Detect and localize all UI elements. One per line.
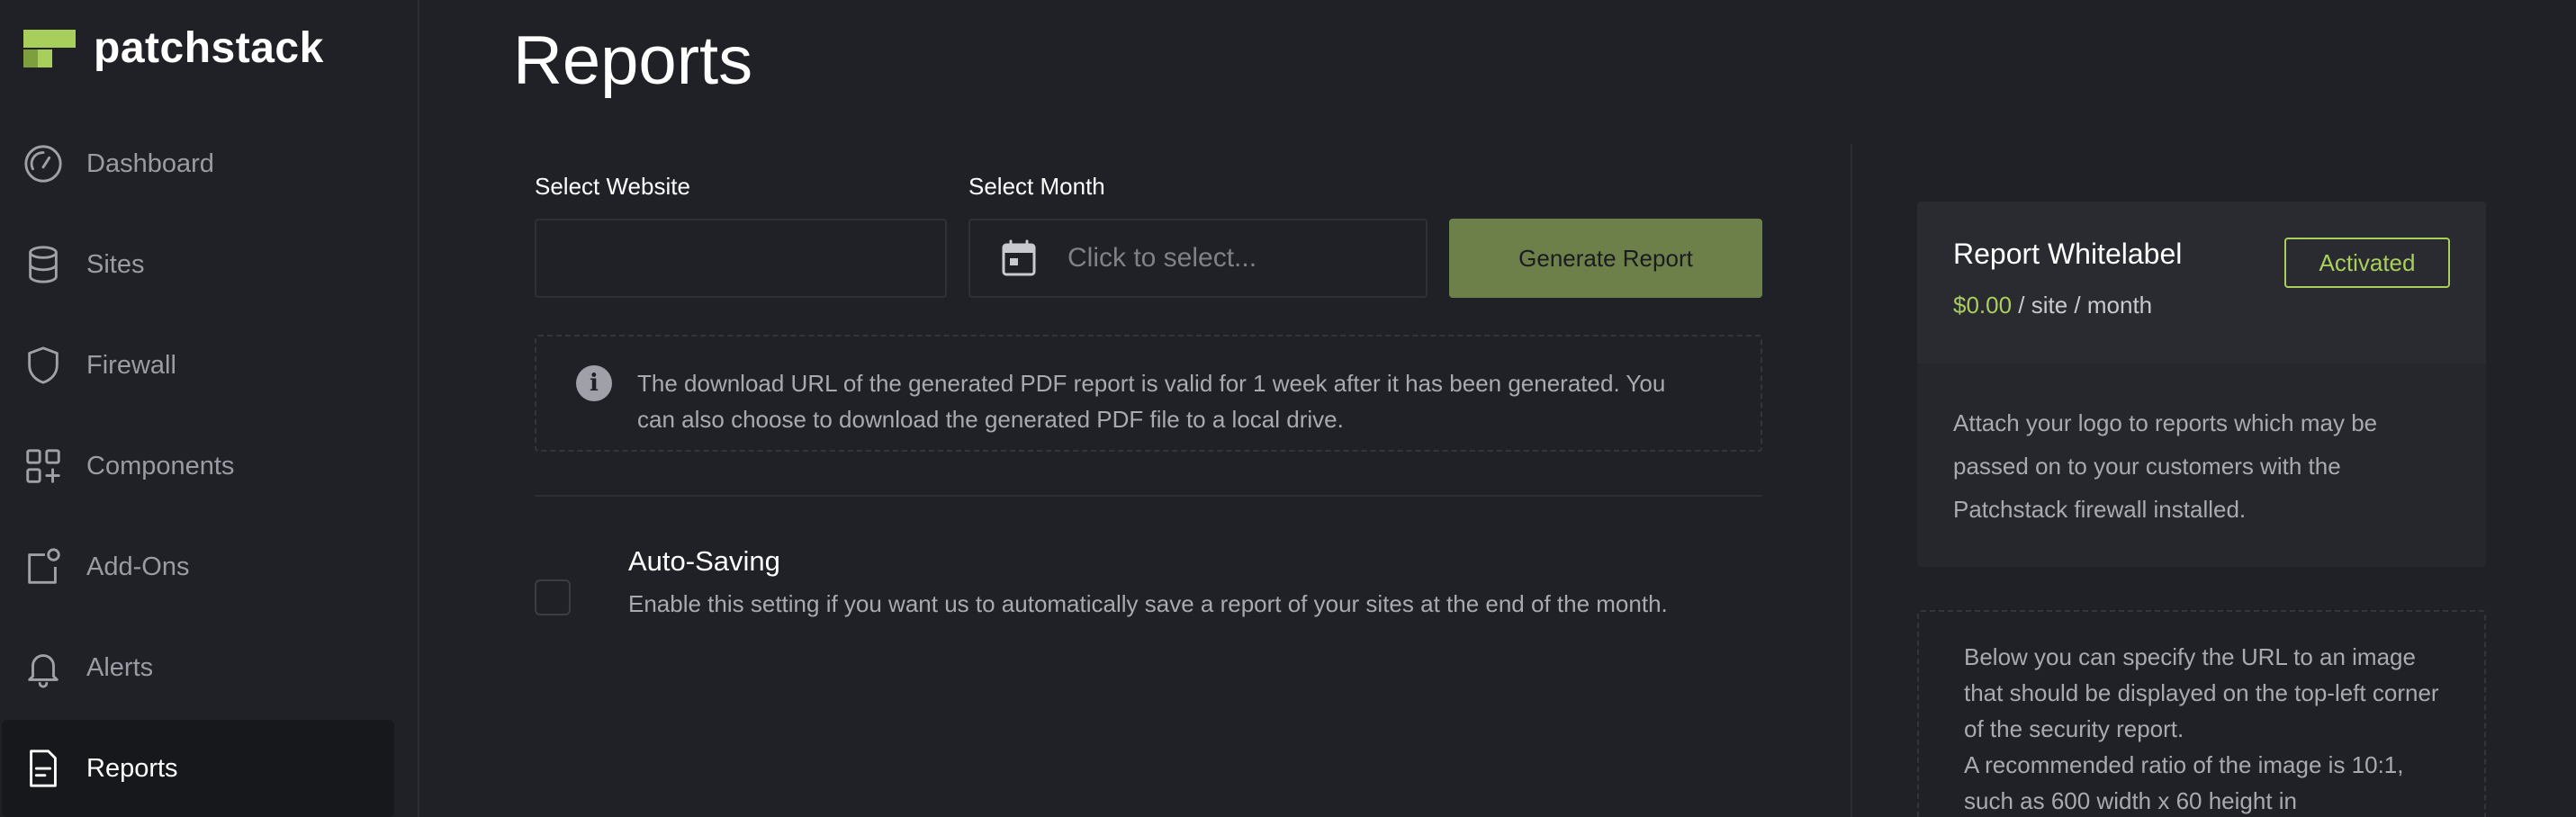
price-unit: / site / month: [2012, 292, 2153, 319]
info-icon: i: [576, 365, 612, 401]
info-notice: i The download URL of the generated PDF …: [535, 335, 1762, 452]
sidebar-item-label: Reports: [86, 753, 178, 783]
logo-url-help-line-2: A recommended ratio of the image is 10:1…: [1964, 751, 2404, 814]
brand-logo[interactable]: patchstack: [23, 23, 324, 72]
info-text: The download URL of the generated PDF re…: [637, 370, 1666, 433]
sidebar-item-reports[interactable]: Reports: [2, 720, 394, 817]
sidebar-item-label: Dashboard: [86, 148, 214, 178]
sidebar-item-label: Alerts: [86, 652, 154, 682]
whitelabel-card: Report Whitelabel $0.00 / site / month A…: [1917, 202, 2486, 567]
select-month-label: Select Month: [968, 173, 1105, 200]
whitelabel-price: $0.00 / site / month: [1953, 292, 2152, 319]
document-icon: [22, 747, 65, 790]
whitelabel-card-header: Report Whitelabel $0.00 / site / month A…: [1917, 202, 2486, 364]
database-icon: [22, 243, 65, 286]
select-website-label: Select Website: [535, 173, 690, 200]
logo-url-help-text: Below you can specify the URL to an imag…: [1964, 639, 2450, 817]
sidebar-item-alerts[interactable]: Alerts: [2, 619, 394, 716]
whitelabel-description: Attach your logo to reports which may be…: [1953, 409, 2378, 523]
price-amount: $0.00: [1953, 292, 2013, 319]
column-divider: [1851, 144, 1852, 817]
sidebar-item-label: Components: [86, 451, 235, 480]
patchstack-logo-icon: [23, 28, 76, 67]
select-month-input[interactable]: Click to select...: [968, 219, 1428, 298]
logo-url-help-line-1: Below you can specify the URL to an imag…: [1964, 643, 2439, 742]
sidebar-item-add-ons[interactable]: Add-Ons: [2, 518, 394, 615]
components-grid-icon: [22, 444, 65, 488]
sidebar-item-sites[interactable]: Sites: [2, 216, 394, 313]
whitelabel-title: Report Whitelabel: [1953, 238, 2183, 270]
add-ons-icon: [22, 545, 65, 588]
bell-icon: [22, 646, 65, 689]
logo-url-help: Below you can specify the URL to an imag…: [1917, 610, 2486, 817]
auto-saving-title: Auto-Saving: [628, 545, 780, 577]
sidebar-item-dashboard[interactable]: Dashboard: [2, 115, 394, 212]
shield-icon: [22, 344, 65, 387]
brand-name: patchstack: [94, 23, 324, 72]
sidebar: patchstack Dashboard Sites Firewall Comp…: [0, 0, 419, 817]
generate-report-button[interactable]: Generate Report: [1449, 219, 1762, 298]
divider: [535, 495, 1762, 497]
select-website-input[interactable]: [535, 219, 947, 298]
sidebar-item-components[interactable]: Components: [2, 417, 394, 515]
sidebar-item-label: Add-Ons: [86, 552, 190, 581]
calendar-icon: [1002, 239, 1036, 276]
sidebar-item-label: Sites: [86, 249, 145, 279]
select-month-placeholder: Click to select...: [1067, 243, 1257, 273]
auto-saving-description: Enable this setting if you want us to au…: [628, 590, 1668, 617]
page-title: Reports: [513, 22, 753, 99]
sidebar-item-label: Firewall: [86, 350, 176, 380]
auto-saving-checkbox[interactable]: [535, 579, 571, 615]
dashboard-gauge-icon: [22, 142, 65, 185]
sidebar-item-firewall[interactable]: Firewall: [2, 317, 394, 414]
status-badge: Activated: [2284, 238, 2450, 288]
